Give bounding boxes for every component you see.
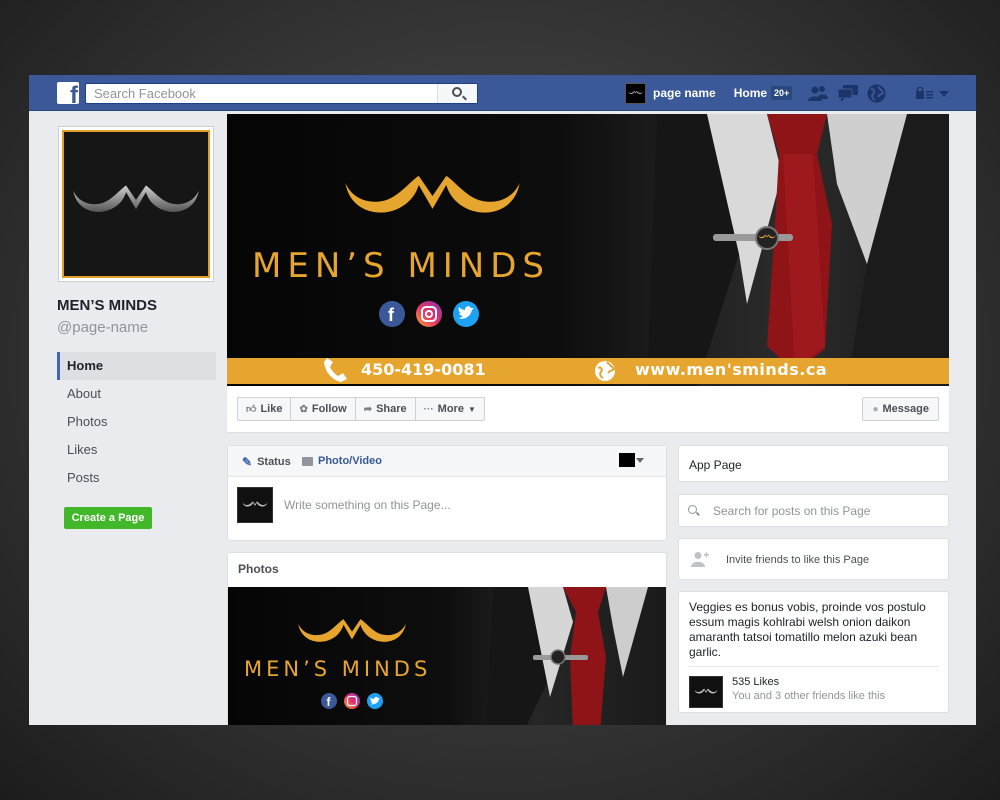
messenger-icon: ● <box>872 403 879 415</box>
follow-rss-icon: ✿ <box>299 403 308 415</box>
svg-text:f: f <box>388 305 395 325</box>
more-label: More <box>437 403 464 415</box>
photos-title[interactable]: Photos <box>228 553 666 586</box>
account-menu-caret-icon[interactable] <box>939 91 949 97</box>
invite-friends-label: Invite friends to like this Page <box>726 554 870 566</box>
brand-logo-icon <box>694 688 718 696</box>
likes-friends-text: You and 3 other friends like this <box>732 690 886 702</box>
page-left-nav: Home About Photos Likes Posts <box>57 352 216 492</box>
app-page-label: App Page <box>689 458 742 472</box>
like-label: Like <box>260 403 283 415</box>
privacy-shortcuts-icon[interactable] <box>916 87 934 99</box>
search-icon <box>688 505 697 514</box>
messages-icon[interactable] <box>838 85 858 102</box>
more-button[interactable]: ··· More ▼ <box>414 397 485 421</box>
chevron-down-icon[interactable] <box>636 458 644 463</box>
follow-button[interactable]: ✿ Follow <box>290 397 356 421</box>
tab-status[interactable]: ✎ Status <box>242 455 291 469</box>
cover-photo[interactable]: f MEN’S MINDS 450-419-0081 www.men'smind… <box>227 114 949 386</box>
search-button[interactable] <box>437 84 477 103</box>
cover-website: www.men'sminds.ca <box>635 360 828 379</box>
page-handle[interactable]: @page-name <box>57 319 148 336</box>
search-icon <box>452 87 462 97</box>
top-nav-profile-group: page name Home 20+ <box>625 82 793 104</box>
tab-status-label: Status <box>257 456 291 468</box>
notifications-globe-icon[interactable] <box>867 84 886 103</box>
message-button[interactable]: ● Message <box>862 397 939 421</box>
post-as-avatar[interactable] <box>619 453 635 467</box>
tab-photo-video-label: Photo/Video <box>318 455 382 467</box>
add-friend-icon <box>691 552 709 567</box>
left-nav-item-photos[interactable]: Photos <box>57 408 216 436</box>
search-posts-field[interactable]: Search for posts on this Page <box>678 494 949 527</box>
follow-label: Follow <box>311 403 347 415</box>
message-label: Message <box>882 403 929 415</box>
likes-avatar <box>689 676 723 708</box>
profile-picture-image <box>62 130 210 278</box>
tab-photo-video[interactable]: Photo/Video <box>302 455 382 467</box>
page-action-buttons: 👍︎ Like ✿ Follow ➦ Share ··· More ▼ <box>237 397 485 421</box>
search-field[interactable] <box>85 83 478 104</box>
divider <box>689 666 938 667</box>
cover-brand-name: MEN’S MINDS <box>252 246 551 286</box>
profile-picture[interactable] <box>58 126 214 282</box>
post-composer: ✎ Status Photo/Video Write something on … <box>227 445 667 541</box>
share-button[interactable]: ➦ Share <box>354 397 416 421</box>
left-nav-item-home[interactable]: Home <box>57 352 216 380</box>
page-action-bar: 👍︎ Like ✿ Follow ➦ Share ··· More ▼ ● Me… <box>227 386 949 433</box>
cover-phone: 450-419-0081 <box>361 360 486 379</box>
like-button[interactable]: 👍︎ Like <box>237 397 292 421</box>
page-avatar[interactable] <box>625 82 646 104</box>
composer-tabs: ✎ Status Photo/Video <box>228 446 666 477</box>
top-navigation-bar: f page name Home 20+ <box>29 75 976 111</box>
friend-requests-icon[interactable] <box>808 85 828 101</box>
brand-logo-icon <box>242 501 268 509</box>
thumbs-up-icon: 👍︎ <box>246 404 257 415</box>
nav-page-name[interactable]: page name <box>653 86 716 100</box>
composer-input[interactable]: Write something on this Page... <box>284 498 451 512</box>
pencil-icon: ✎ <box>242 455 253 469</box>
nav-home-link[interactable]: Home <box>734 86 767 100</box>
photo-artwork: f <box>298 587 648 725</box>
photo-brand-name: MEN’S MINDS <box>244 657 432 681</box>
facebook-page-screen: f page name Home 20+ <box>29 75 976 725</box>
brand-logo-icon <box>628 90 643 96</box>
brand-logo-icon <box>70 183 202 225</box>
share-arrow-icon: ➦ <box>363 403 373 415</box>
home-badge: 20+ <box>771 86 793 100</box>
photo-thumbnail[interactable]: f MEN’S MINDS <box>228 587 666 725</box>
composer-avatar <box>237 487 273 523</box>
left-nav-item-likes[interactable]: Likes <box>57 436 216 464</box>
create-page-button[interactable]: Create a Page <box>64 507 152 529</box>
invite-friends-card[interactable]: Invite friends to like this Page <box>678 538 949 580</box>
page-title: MEN’S MINDS <box>57 297 158 314</box>
left-nav-item-posts[interactable]: Posts <box>57 464 216 492</box>
photos-card: Photos f MEN’S MINDS <box>227 552 667 725</box>
search-input[interactable] <box>86 84 426 103</box>
search-posts-placeholder: Search for posts on this Page <box>713 504 871 518</box>
more-dots-icon: ··· <box>423 403 434 415</box>
likes-count[interactable]: 535 Likes <box>732 676 779 688</box>
facebook-logo-icon[interactable]: f <box>57 82 79 104</box>
left-nav-item-about[interactable]: About <box>57 380 216 408</box>
chevron-down-icon: ▼ <box>467 404 476 414</box>
about-card: Veggies es bonus vobis, proinde vos post… <box>678 591 949 713</box>
about-text: Veggies es bonus vobis, proinde vos post… <box>689 600 926 659</box>
share-label: Share <box>376 403 407 415</box>
app-page-card[interactable]: App Page <box>678 445 949 482</box>
camera-icon <box>302 456 313 466</box>
